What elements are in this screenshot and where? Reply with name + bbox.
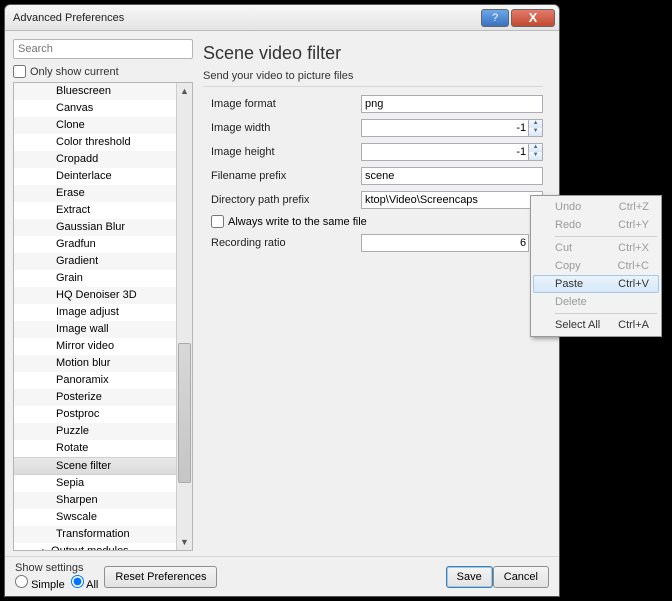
always-write-checkbox[interactable]	[211, 215, 224, 228]
page-title: Scene video filter	[203, 43, 543, 64]
image-height-input[interactable]	[361, 143, 529, 161]
tree-item[interactable]: Mirror video	[14, 338, 176, 355]
image-format-input[interactable]	[361, 95, 543, 113]
right-panel: Scene video filter Send your video to pi…	[203, 39, 551, 551]
image-height-label: Image height	[211, 146, 361, 158]
recording-ratio-stepper[interactable]: ▲▼	[361, 234, 543, 252]
tree-item[interactable]: Transformation	[14, 526, 176, 543]
tree-item[interactable]: Gradient	[14, 253, 176, 270]
directory-prefix-input[interactable]	[361, 191, 543, 209]
tree-item[interactable]: Deinterlace	[14, 168, 176, 185]
reset-preferences-button[interactable]: Reset Preferences	[104, 566, 217, 588]
window-title: Advanced Preferences	[13, 12, 481, 24]
recording-ratio-label: Recording ratio	[211, 237, 361, 249]
only-show-current-label: Only show current	[30, 66, 119, 78]
tree-item[interactable]: Puzzle	[14, 423, 176, 440]
context-menu[interactable]: UndoCtrl+Z RedoCtrl+Y CutCtrl+X CopyCtrl…	[530, 195, 662, 337]
ctx-select-all[interactable]: Select AllCtrl+A	[533, 316, 659, 334]
tree-item[interactable]: HQ Denoiser 3D	[14, 287, 176, 304]
ctx-redo[interactable]: RedoCtrl+Y	[533, 216, 659, 234]
titlebar[interactable]: Advanced Preferences ? X	[5, 5, 559, 31]
left-panel: Only show current BluescreenCanvasCloneC…	[13, 39, 193, 551]
tree-item[interactable]: Bluescreen	[14, 83, 176, 100]
spin-down-icon[interactable]: ▼	[529, 152, 542, 160]
spin-up-icon[interactable]: ▲	[529, 144, 542, 152]
tree-item[interactable]: Clone	[14, 117, 176, 134]
scroll-down-icon[interactable]: ▼	[177, 534, 192, 550]
search-input[interactable]	[13, 39, 193, 59]
tree-item[interactable]: Extract	[14, 202, 176, 219]
tree-item[interactable]: Gradfun	[14, 236, 176, 253]
close-button[interactable]: X	[511, 9, 555, 27]
tree-item[interactable]: Cropadd	[14, 151, 176, 168]
ctx-delete[interactable]: Delete	[533, 293, 659, 311]
ctx-separator	[555, 313, 657, 314]
spin-down-icon[interactable]: ▼	[529, 128, 542, 136]
ctx-paste[interactable]: PasteCtrl+V	[533, 275, 659, 293]
help-button[interactable]: ?	[481, 9, 509, 27]
image-height-stepper[interactable]: ▲▼	[361, 143, 543, 161]
settings-tree[interactable]: BluescreenCanvasCloneColor thresholdCrop…	[14, 83, 176, 550]
image-format-label: Image format	[211, 98, 361, 110]
tree-item[interactable]: Swscale	[14, 509, 176, 526]
only-show-current-checkbox[interactable]	[13, 65, 26, 78]
save-button[interactable]: Save	[446, 566, 493, 588]
filename-prefix-label: Filename prefix	[211, 170, 361, 182]
tree-item[interactable]: Postproc	[14, 406, 176, 423]
simple-radio[interactable]	[15, 575, 28, 588]
tree-item[interactable]: Color threshold	[14, 134, 176, 151]
preferences-window: Advanced Preferences ? X Only show curre…	[4, 4, 560, 597]
tree-item[interactable]: Output modules	[14, 543, 176, 550]
tree-item[interactable]: Image wall	[14, 321, 176, 338]
directory-prefix-label: Directory path prefix	[211, 194, 361, 206]
tree-scrollbar[interactable]: ▲ ▼	[176, 83, 192, 550]
tree-item[interactable]: Sepia	[14, 475, 176, 492]
tree-item[interactable]: Canvas	[14, 100, 176, 117]
tree-item[interactable]: Grain	[14, 270, 176, 287]
always-write-label: Always write to the same file	[228, 216, 367, 228]
tree-item[interactable]: Posterize	[14, 389, 176, 406]
tree-item[interactable]: Erase	[14, 185, 176, 202]
image-width-input[interactable]	[361, 119, 529, 137]
tree-item[interactable]: Sharpen	[14, 492, 176, 509]
simple-radio-row[interactable]: Simple	[15, 575, 65, 591]
tree-item[interactable]: Rotate	[14, 440, 176, 457]
ctx-separator	[555, 236, 657, 237]
scroll-thumb[interactable]	[178, 343, 191, 483]
all-radio-row[interactable]: All	[71, 575, 99, 591]
all-radio[interactable]	[71, 575, 84, 588]
image-width-stepper[interactable]: ▲▼	[361, 119, 543, 137]
ctx-cut[interactable]: CutCtrl+X	[533, 239, 659, 257]
tree-item[interactable]: Panoramix	[14, 372, 176, 389]
cancel-button[interactable]: Cancel	[493, 566, 549, 588]
tree-item[interactable]: Scene filter	[14, 457, 176, 475]
scroll-up-icon[interactable]: ▲	[177, 83, 192, 99]
tree-item[interactable]: Motion blur	[14, 355, 176, 372]
ctx-undo[interactable]: UndoCtrl+Z	[533, 198, 659, 216]
show-settings-label: Show settings	[15, 562, 98, 574]
filename-prefix-input[interactable]	[361, 167, 543, 185]
recording-ratio-input[interactable]	[361, 234, 529, 252]
image-width-label: Image width	[211, 122, 361, 134]
tree-item[interactable]: Gaussian Blur	[14, 219, 176, 236]
spin-up-icon[interactable]: ▲	[529, 120, 542, 128]
ctx-copy[interactable]: CopyCtrl+C	[533, 257, 659, 275]
separator	[203, 86, 543, 87]
footer: Show settings Simple All Reset Preferenc…	[5, 556, 559, 596]
tree-item[interactable]: Image adjust	[14, 304, 176, 321]
page-subtitle: Send your video to picture files	[203, 70, 543, 82]
